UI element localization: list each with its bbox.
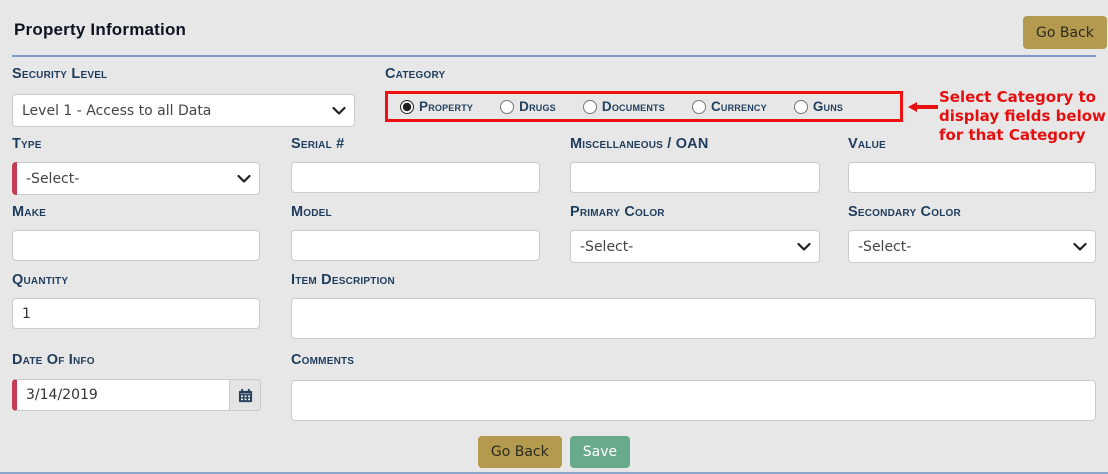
- security-level-select[interactable]: Level 1 - Access to all Data: [12, 94, 355, 127]
- annotation-text: Select Category to display fields below …: [939, 88, 1108, 145]
- category-radio-drugs-input[interactable]: [500, 100, 514, 114]
- secondary-color-select[interactable]: -Select-: [848, 230, 1096, 263]
- value-label: Value: [848, 136, 886, 152]
- date-of-info-input[interactable]: [12, 379, 230, 411]
- calendar-icon[interactable]: [230, 379, 261, 411]
- secondary-color-label: Secondary Color: [848, 204, 961, 220]
- model-input[interactable]: [291, 230, 540, 261]
- primary-color-select[interactable]: -Select-: [570, 230, 820, 263]
- make-label: Make: [12, 204, 46, 220]
- secondary-color-select-wrap: -Select-: [848, 230, 1096, 263]
- category-radio-property-label: Property: [419, 99, 473, 114]
- primary-color-select-wrap: -Select-: [570, 230, 820, 263]
- serial-input[interactable]: [291, 162, 540, 193]
- category-radio-drugs-label: Drugs: [519, 99, 556, 114]
- primary-color-label: Primary Color: [570, 204, 665, 220]
- category-radio-group: Property Drugs Documents Currency Guns: [385, 91, 903, 122]
- type-label: Type: [12, 136, 42, 152]
- footer-actions: Go Back Save: [0, 436, 1108, 468]
- category-radio-documents[interactable]: Documents: [583, 99, 665, 114]
- category-radio-currency-label: Currency: [711, 99, 767, 114]
- comments-label: Comments: [291, 352, 354, 368]
- serial-label: Serial #: [291, 136, 344, 152]
- misc-oan-input[interactable]: [570, 162, 820, 193]
- go-back-button[interactable]: Go Back: [478, 436, 562, 468]
- category-radio-guns-label: Guns: [813, 99, 843, 114]
- item-description-label: Item Description: [291, 272, 395, 288]
- category-radio-guns-input[interactable]: [794, 100, 808, 114]
- category-radio-guns[interactable]: Guns: [794, 99, 843, 114]
- misc-oan-label: Miscellaneous / OAN: [570, 136, 709, 152]
- category-radio-currency[interactable]: Currency: [692, 99, 767, 114]
- quantity-label: Quantity: [12, 272, 68, 288]
- type-select[interactable]: -Select-: [17, 162, 260, 195]
- category-radio-currency-input[interactable]: [692, 100, 706, 114]
- category-radio-drugs[interactable]: Drugs: [500, 99, 556, 114]
- header-separator: [12, 55, 1096, 57]
- category-radio-property[interactable]: Property: [400, 99, 473, 114]
- security-level-select-wrap: Level 1 - Access to all Data: [12, 94, 355, 127]
- save-button[interactable]: Save: [570, 436, 630, 468]
- category-radio-property-input[interactable]: [400, 100, 414, 114]
- make-input[interactable]: [12, 230, 260, 261]
- quantity-input[interactable]: [12, 298, 260, 329]
- category-radio-documents-input[interactable]: [583, 100, 597, 114]
- item-description-input[interactable]: [291, 298, 1096, 339]
- value-input[interactable]: [848, 162, 1096, 193]
- page-title: Property Information: [14, 20, 186, 40]
- arrow-left-icon: [908, 102, 938, 112]
- comments-input[interactable]: [291, 380, 1096, 421]
- date-of-info-label: Date Of Info: [12, 352, 95, 368]
- category-label: Category: [385, 66, 445, 82]
- type-select-wrap: -Select-: [12, 162, 260, 195]
- date-of-info-group: [12, 379, 261, 411]
- go-back-button-top[interactable]: Go Back: [1023, 16, 1107, 49]
- category-radio-documents-label: Documents: [602, 99, 665, 114]
- model-label: Model: [291, 204, 332, 220]
- security-level-label: Security Level: [12, 66, 107, 82]
